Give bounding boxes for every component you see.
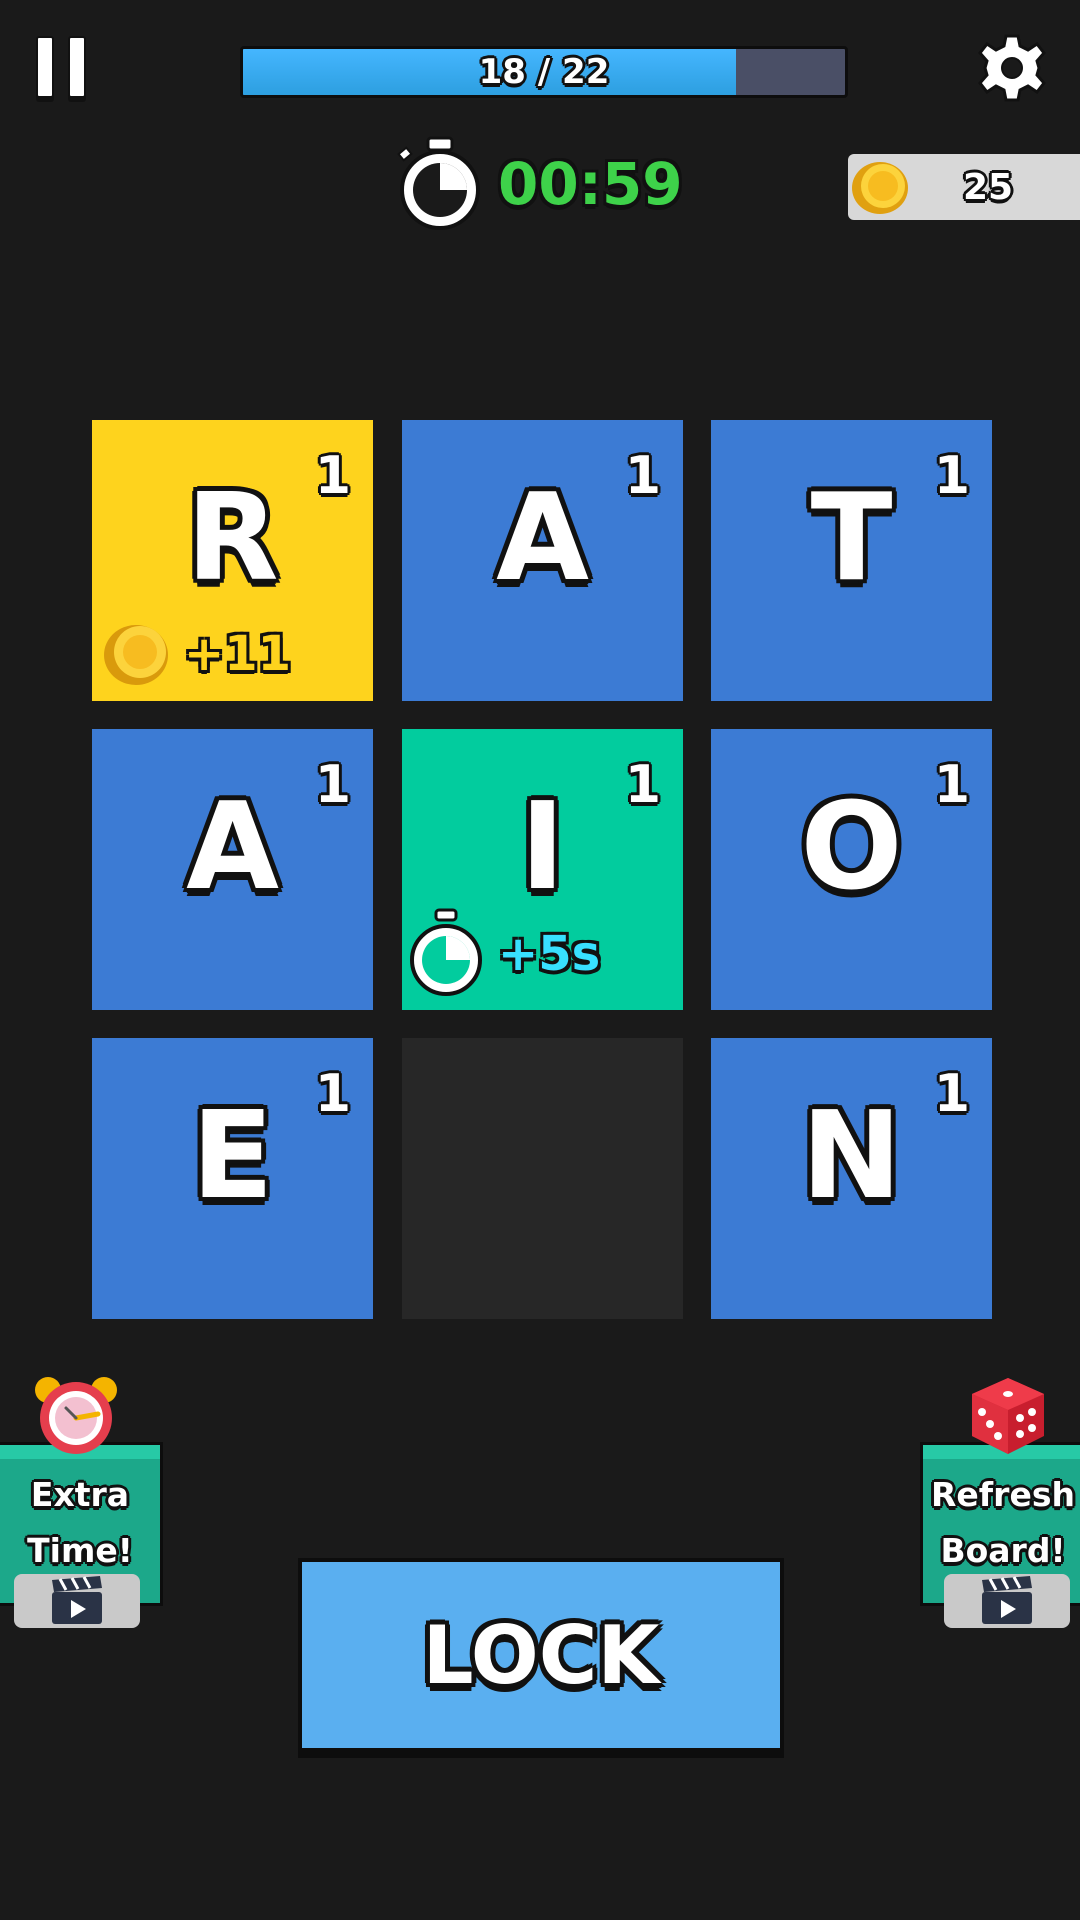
clapperboard-icon — [52, 1576, 102, 1624]
stopwatch-icon — [397, 136, 480, 230]
letter-tile[interactable]: T 1 — [711, 420, 992, 701]
coin-bonus: +11 — [100, 617, 291, 691]
timer-value: 00:59 — [498, 150, 683, 218]
letter-tile[interactable]: A 1 — [92, 729, 373, 1010]
clapperboard-icon — [982, 1576, 1032, 1624]
watch-ad-badge — [944, 1574, 1070, 1628]
dice-icon — [972, 1378, 1044, 1454]
lock-button[interactable]: LOCK — [298, 1558, 784, 1752]
refresh-board-label-line1: Refresh — [931, 1475, 1075, 1514]
tile-points: 1 — [624, 446, 661, 506]
letter-tile[interactable]: O 1 — [711, 729, 992, 1010]
time-bonus-value: +5s — [498, 926, 601, 982]
refresh-board-label-line2: Board! — [940, 1531, 1066, 1570]
coin-bonus-value: +11 — [184, 626, 292, 682]
letter-tile[interactable]: R 1 +11 — [92, 420, 373, 701]
gear-icon[interactable] — [978, 34, 1046, 102]
coin-counter: 25 — [848, 154, 1080, 220]
alarm-clock-icon — [35, 1377, 117, 1454]
letter-tile[interactable]: N 1 — [711, 1038, 992, 1319]
tile-points: 1 — [314, 1064, 351, 1124]
progress-label: 18 / 22 — [478, 52, 610, 92]
extra-time-label-line2: Time! — [27, 1531, 133, 1570]
letter-tile[interactable]: A 1 — [402, 420, 683, 701]
empty-tile-slot — [402, 1038, 683, 1319]
lock-button-label: LOCK — [422, 1608, 660, 1702]
extra-time-label-line1: Extra — [30, 1475, 130, 1514]
stopwatch-icon — [410, 908, 482, 996]
pause-button[interactable] — [36, 36, 86, 98]
tile-points: 1 — [624, 755, 661, 815]
pause-icon — [36, 36, 54, 98]
tile-points: 1 — [933, 1064, 970, 1124]
letter-tile[interactable]: E 1 — [92, 1038, 373, 1319]
coin-count: 25 — [962, 166, 1014, 208]
coin-icon — [852, 162, 908, 214]
letter-tile[interactable]: I 1 +5s — [402, 729, 683, 1010]
timer: 00:59 — [390, 134, 683, 234]
watch-ad-badge — [14, 1574, 140, 1628]
tile-points: 1 — [933, 446, 970, 506]
coin-icon — [104, 625, 168, 685]
tile-points: 1 — [933, 755, 970, 815]
time-bonus: +5s — [404, 904, 600, 1004]
level-progress-bar: 18 / 22 — [240, 46, 848, 98]
tile-points: 1 — [314, 446, 351, 506]
tile-points: 1 — [314, 755, 351, 815]
